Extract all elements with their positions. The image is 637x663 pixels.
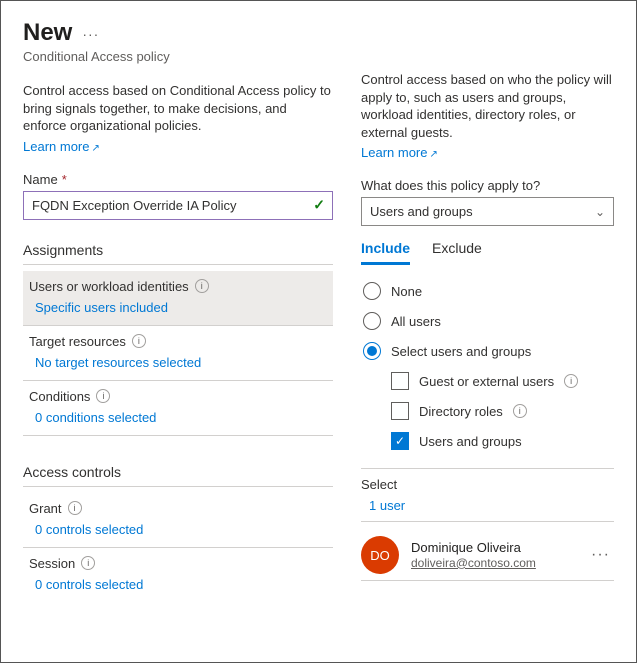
target-resources-row[interactable]: Target resources i No target resources s… [23,326,333,380]
grant-row[interactable]: Grant i 0 controls selected [23,493,333,547]
uwi-value: Specific users included [29,294,327,323]
uwi-label: Users or workload identities [29,279,189,294]
checkbox-directory-roles[interactable]: Directory roles i [389,396,614,426]
radio-none-label: None [391,284,422,299]
checkbox-guest-users[interactable]: Guest or external users i [389,366,614,396]
session-value: 0 controls selected [29,571,327,600]
user-email: doliveira@contoso.com [411,556,575,571]
access-controls-heading: Access controls [23,464,333,487]
radio-icon [363,312,381,330]
checkbox-icon [391,372,409,390]
radio-select-label: Select users and groups [391,344,531,359]
users-workload-identities-row[interactable]: Users or workload identities i Specific … [23,271,333,325]
info-icon[interactable]: i [68,501,82,515]
assignments-heading: Assignments [23,242,333,265]
chk-roles-label: Directory roles [419,404,503,419]
page-subtitle: Conditional Access policy [23,49,333,64]
apply-to-value: Users and groups [370,204,473,219]
target-label: Target resources [29,334,126,349]
learn-more-link-right[interactable]: Learn more↗ [361,145,614,160]
info-icon[interactable]: i [513,404,527,418]
chk-guest-label: Guest or external users [419,374,554,389]
grant-label: Grant [29,501,62,516]
info-icon[interactable]: i [564,374,578,388]
checkbox-icon: ✓ [391,432,409,450]
avatar: DO [361,536,399,574]
external-link-icon: ↗ [91,143,99,154]
apply-to-select[interactable]: Users and groups ⌄ [361,197,614,226]
select-count-link[interactable]: 1 user [361,492,614,517]
tab-exclude[interactable]: Exclude [432,236,482,265]
info-icon[interactable]: i [96,389,110,403]
chk-groups-label: Users and groups [419,434,522,449]
checkbox-users-groups[interactable]: ✓ Users and groups [389,426,614,456]
radio-all-users[interactable]: All users [361,306,614,336]
radio-none[interactable]: None [361,276,614,306]
info-icon[interactable]: i [195,279,209,293]
radio-icon [363,342,381,360]
learn-more-text: Learn more [23,139,89,154]
user-row-menu-button[interactable]: ··· [587,546,614,564]
radio-select-users[interactable]: Select users and groups [361,336,614,366]
conditions-row[interactable]: Conditions i 0 conditions selected [23,381,333,435]
user-name: Dominique Oliveira [411,540,575,556]
session-row[interactable]: Session i 0 controls selected [23,548,333,602]
conditions-value: 0 conditions selected [29,404,327,433]
name-label: Name [23,172,58,187]
required-indicator: * [62,172,67,187]
radio-all-label: All users [391,314,441,329]
radio-icon [363,282,381,300]
chevron-down-icon: ⌄ [595,205,605,219]
learn-more-text: Learn more [361,145,427,160]
checkbox-icon [391,402,409,420]
selected-user-row[interactable]: DO Dominique Oliveira doliveira@contoso.… [361,530,614,581]
more-menu-button[interactable]: ··· [82,26,99,42]
learn-more-link-left[interactable]: Learn more↗ [23,139,333,154]
left-description: Control access based on Conditional Acce… [23,82,333,135]
policy-name-input[interactable] [23,191,333,220]
target-value: No target resources selected [29,349,327,378]
check-icon: ✓ [313,197,325,214]
page-title: New [23,19,72,47]
info-icon[interactable]: i [81,556,95,570]
conditions-label: Conditions [29,389,90,404]
info-icon[interactable]: i [132,334,146,348]
right-description: Control access based on who the policy w… [361,71,614,141]
select-heading: Select [361,477,614,492]
tab-include[interactable]: Include [361,236,410,265]
grant-value: 0 controls selected [29,516,327,545]
external-link-icon: ↗ [429,149,437,160]
session-label: Session [29,556,75,571]
apply-to-label: What does this policy apply to? [361,178,614,193]
